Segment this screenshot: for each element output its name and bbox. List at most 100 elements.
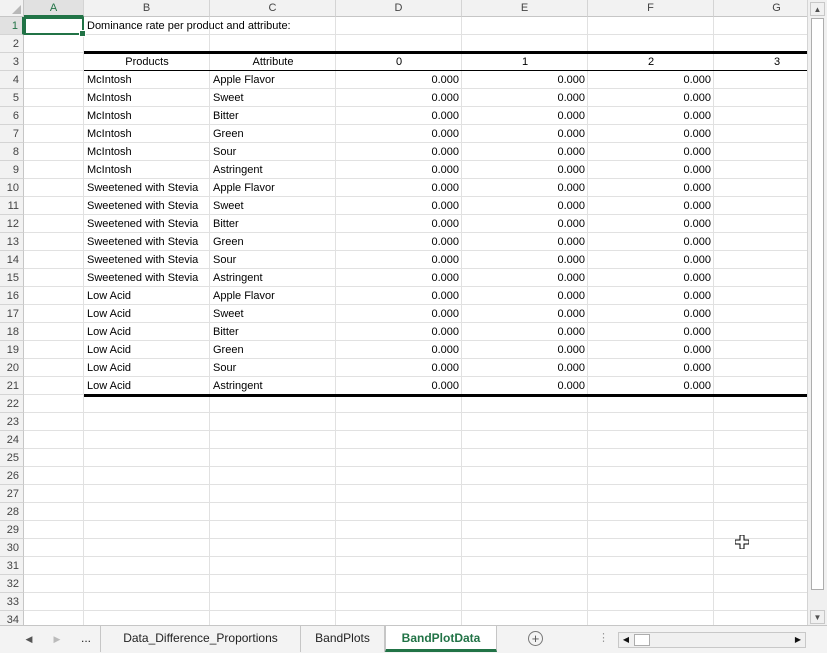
triangle-right-icon[interactable]: ▶ bbox=[50, 632, 64, 646]
table-cell[interactable]: 0.000 bbox=[588, 287, 714, 305]
row-header-3[interactable]: 3 bbox=[0, 53, 24, 71]
table-cell[interactable]: 0.000 bbox=[336, 359, 462, 377]
row-header-8[interactable]: 8 bbox=[0, 143, 24, 161]
table-cell[interactable]: 0.000 bbox=[336, 71, 462, 89]
table-cell[interactable]: 0.000 bbox=[588, 233, 714, 251]
table-cell[interactable]: 0.000 bbox=[588, 179, 714, 197]
table-cell[interactable]: 0.000 bbox=[462, 107, 588, 125]
table-cell[interactable]: Green bbox=[210, 341, 336, 359]
table-cell[interactable]: Low Acid bbox=[84, 287, 210, 305]
column-header-f[interactable]: F bbox=[588, 0, 714, 17]
table-cell[interactable]: 0.000 bbox=[462, 341, 588, 359]
table-header-cell[interactable]: 0 bbox=[336, 53, 462, 71]
table-cell[interactable]: 0.000 bbox=[462, 359, 588, 377]
scroll-down-icon[interactable]: ▼ bbox=[810, 610, 825, 624]
row-header-20[interactable]: 20 bbox=[0, 359, 24, 377]
table-cell[interactable]: Sweetened with Stevia bbox=[84, 251, 210, 269]
tab-data-difference-proportions[interactable]: Data_Difference_Proportions bbox=[100, 626, 301, 652]
table-cell[interactable]: 0.000 bbox=[462, 269, 588, 287]
row-header-21[interactable]: 21 bbox=[0, 377, 24, 395]
row-header-26[interactable]: 26 bbox=[0, 467, 24, 485]
table-cell[interactable]: Sweetened with Stevia bbox=[84, 179, 210, 197]
row-header-10[interactable]: 10 bbox=[0, 179, 24, 197]
tab-splitter-handle[interactable]: ⋮ bbox=[598, 631, 609, 644]
table-cell[interactable]: Astringent bbox=[210, 377, 336, 395]
table-cell[interactable]: 0.000 bbox=[588, 251, 714, 269]
table-cell[interactable]: 0.000 bbox=[462, 89, 588, 107]
vertical-scrollbar[interactable]: ▲ ▼ bbox=[807, 0, 827, 626]
table-cell[interactable]: 0.000 bbox=[336, 107, 462, 125]
table-cell[interactable]: Sour bbox=[210, 359, 336, 377]
row-header-29[interactable]: 29 bbox=[0, 521, 24, 539]
row-header-12[interactable]: 12 bbox=[0, 215, 24, 233]
table-cell[interactable]: 0.000 bbox=[588, 143, 714, 161]
table-cell[interactable]: Sweetened with Stevia bbox=[84, 269, 210, 287]
row-header-28[interactable]: 28 bbox=[0, 503, 24, 521]
table-cell[interactable]: 0.000 bbox=[336, 89, 462, 107]
table-cell[interactable]: 0.000 bbox=[588, 71, 714, 89]
table-cell[interactable]: 0.000 bbox=[462, 161, 588, 179]
row-header-18[interactable]: 18 bbox=[0, 323, 24, 341]
row-header-15[interactable]: 15 bbox=[0, 269, 24, 287]
row-header-7[interactable]: 7 bbox=[0, 125, 24, 143]
table-cell[interactable]: 0.000 bbox=[588, 125, 714, 143]
table-header-cell[interactable]: 3 bbox=[714, 53, 807, 71]
table-cell[interactable]: 0.000 bbox=[588, 359, 714, 377]
column-header-g[interactable]: G bbox=[714, 0, 807, 17]
row-header-1[interactable]: 1 bbox=[0, 17, 24, 35]
table-cell[interactable]: Bitter bbox=[210, 107, 336, 125]
row-header-27[interactable]: 27 bbox=[0, 485, 24, 503]
table-cell[interactable]: 0.000 bbox=[336, 143, 462, 161]
table-cell[interactable]: Sweet bbox=[210, 197, 336, 215]
row-header-24[interactable]: 24 bbox=[0, 431, 24, 449]
table-cell[interactable]: 0.000 bbox=[588, 341, 714, 359]
table-header-cell[interactable]: Attribute bbox=[210, 53, 336, 71]
tab-bandplots[interactable]: BandPlots bbox=[301, 626, 385, 652]
row-header-33[interactable]: 33 bbox=[0, 593, 24, 611]
table-cell[interactable]: 0.000 bbox=[462, 179, 588, 197]
column-header-c[interactable]: C bbox=[210, 0, 336, 17]
table-cell[interactable]: 0.000 bbox=[462, 251, 588, 269]
more-tabs-button[interactable]: ... bbox=[72, 626, 100, 652]
table-cell[interactable]: Low Acid bbox=[84, 323, 210, 341]
row-header-23[interactable]: 23 bbox=[0, 413, 24, 431]
table-cell[interactable]: 0.000 bbox=[588, 323, 714, 341]
plus-circle-icon[interactable]: + bbox=[528, 631, 543, 646]
table-cell[interactable]: Apple Flavor bbox=[210, 71, 336, 89]
row-header-9[interactable]: 9 bbox=[0, 161, 24, 179]
table-cell[interactable]: 0.000 bbox=[336, 251, 462, 269]
table-cell[interactable]: 0.000 bbox=[336, 287, 462, 305]
table-cell[interactable]: McIntosh bbox=[84, 143, 210, 161]
column-header-d[interactable]: D bbox=[336, 0, 462, 17]
table-cell[interactable]: 0.000 bbox=[462, 377, 588, 395]
table-cell[interactable]: McIntosh bbox=[84, 161, 210, 179]
table-cell[interactable]: 0.000 bbox=[336, 305, 462, 323]
table-cell[interactable]: Sweet bbox=[210, 305, 336, 323]
vertical-scroll-thumb[interactable] bbox=[811, 18, 824, 590]
table-header-cell[interactable]: Products bbox=[84, 53, 210, 71]
worksheet-grid[interactable]: A B C D E F G 1 2 3 4 5 6 7 8 9 10 11 12 13 14 15 16 17 18 19 20 21… bbox=[0, 0, 807, 625]
row-header-14[interactable]: 14 bbox=[0, 251, 24, 269]
table-cell[interactable]: McIntosh bbox=[84, 107, 210, 125]
tab-bandplotdata[interactable]: BandPlotData bbox=[385, 626, 497, 652]
scroll-up-icon[interactable]: ▲ bbox=[810, 2, 825, 16]
table-cell[interactable]: Apple Flavor bbox=[210, 179, 336, 197]
table-cell[interactable]: 0.000 bbox=[462, 197, 588, 215]
table-header-cell[interactable]: 2 bbox=[588, 53, 714, 71]
column-header-b[interactable]: B bbox=[84, 0, 210, 17]
table-header-cell[interactable]: 1 bbox=[462, 53, 588, 71]
row-header-6[interactable]: 6 bbox=[0, 107, 24, 125]
table-cell[interactable]: McIntosh bbox=[84, 125, 210, 143]
row-header-31[interactable]: 31 bbox=[0, 557, 24, 575]
table-cell[interactable]: 0.000 bbox=[336, 215, 462, 233]
row-header-34[interactable]: 34 bbox=[0, 611, 24, 625]
active-cell-a1[interactable] bbox=[24, 17, 86, 37]
row-header-5[interactable]: 5 bbox=[0, 89, 24, 107]
table-cell[interactable]: McIntosh bbox=[84, 89, 210, 107]
sheet-title-cell[interactable]: Dominance rate per product and attribute… bbox=[84, 17, 384, 35]
table-cell[interactable]: 0.000 bbox=[588, 269, 714, 287]
table-cell[interactable]: Sweetened with Stevia bbox=[84, 215, 210, 233]
table-cell[interactable]: McIntosh bbox=[84, 71, 210, 89]
table-cell[interactable]: Low Acid bbox=[84, 377, 210, 395]
row-header-32[interactable]: 32 bbox=[0, 575, 24, 593]
